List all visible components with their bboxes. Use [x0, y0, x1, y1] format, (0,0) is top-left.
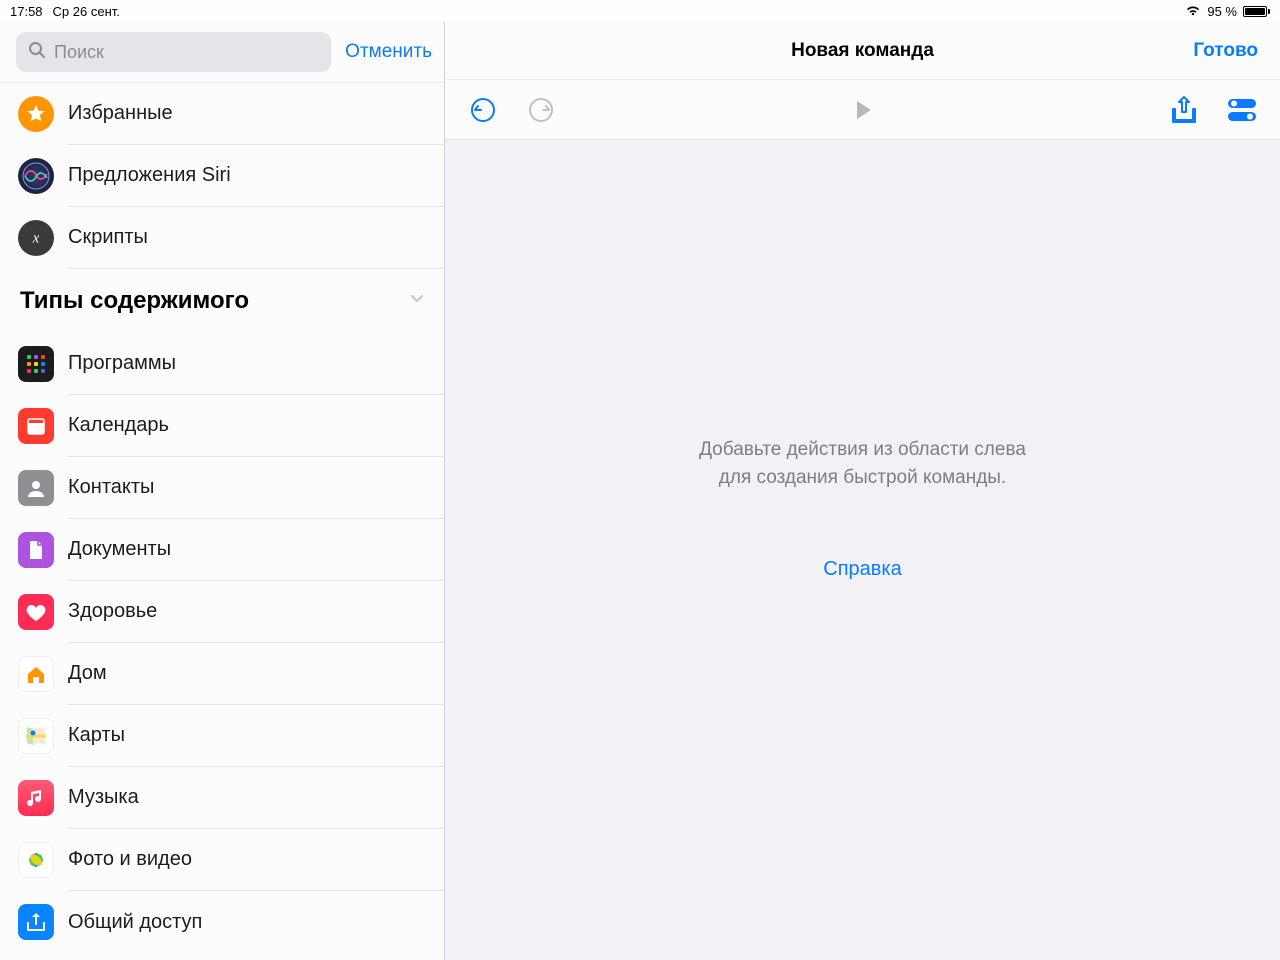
play-button[interactable]	[847, 94, 879, 126]
section-header-content-types[interactable]: Типы содержимого	[0, 269, 444, 333]
redo-button	[525, 94, 557, 126]
siri-icon	[18, 158, 54, 194]
cancel-button[interactable]: Отменить	[345, 41, 432, 63]
maps-icon	[18, 718, 54, 754]
sidebar-item-favorites[interactable]: Избранные	[0, 83, 444, 145]
sidebar-item-label: Документы	[68, 538, 171, 561]
sidebar-item-label: Здоровье	[68, 600, 157, 623]
contacts-icon	[18, 470, 54, 506]
documents-icon	[18, 532, 54, 568]
editor-toolbar	[445, 80, 1280, 140]
wifi-icon	[1185, 4, 1201, 19]
sidebar-item-label: Контакты	[68, 476, 154, 499]
sidebar-item-home[interactable]: Дом	[0, 643, 444, 705]
music-icon	[18, 780, 54, 816]
apps-icon	[18, 346, 54, 382]
sidebar-item-label: Скрипты	[68, 226, 148, 249]
empty-state: Добавьте действия из области слева для с…	[445, 140, 1280, 960]
section-title: Типы содержимого	[20, 287, 249, 315]
sidebar-item-music[interactable]: Музыка	[0, 767, 444, 829]
sidebar-item-label: Музыка	[68, 786, 139, 809]
editor-header: Новая команда Готово	[445, 22, 1280, 80]
sidebar-item-label: Фото и видео	[68, 848, 192, 871]
sidebar-item-label: Программы	[68, 352, 176, 375]
editor-pane: Новая команда Готово	[445, 22, 1280, 960]
script-icon: x	[18, 220, 54, 256]
sidebar-item-apps[interactable]: Программы	[0, 333, 444, 395]
page-title: Новая команда	[791, 40, 934, 62]
calendar-icon	[18, 408, 54, 444]
status-date: Ср 26 сент.	[53, 4, 120, 19]
help-link[interactable]: Справка	[823, 555, 901, 584]
sidebar-item-label: Карты	[68, 724, 125, 747]
sidebar-item-sharing[interactable]: Общий доступ	[0, 891, 444, 953]
done-button[interactable]: Готово	[1193, 40, 1258, 62]
svg-text:x: x	[32, 231, 40, 247]
search-input[interactable]	[54, 42, 319, 63]
status-time: 17:58	[10, 4, 43, 19]
settings-toggles-button[interactable]	[1226, 94, 1258, 126]
health-icon	[18, 594, 54, 630]
sidebar-item-calendar[interactable]: Календарь	[0, 395, 444, 457]
star-icon	[18, 96, 54, 132]
status-battery-pct: 95 %	[1207, 4, 1237, 19]
sidebar-item-label: Дом	[68, 662, 107, 685]
sidebar-item-health[interactable]: Здоровье	[0, 581, 444, 643]
chevron-down-icon	[408, 290, 426, 313]
undo-button[interactable]	[467, 94, 499, 126]
search-field[interactable]	[16, 32, 331, 72]
sidebar-item-scripts[interactable]: x Скрипты	[0, 207, 444, 269]
sidebar-item-contacts[interactable]: Контакты	[0, 457, 444, 519]
sidebar: Отменить Избранные Предложения Siri	[0, 22, 445, 960]
empty-state-text: Добавьте действия из области слева для с…	[683, 436, 1043, 491]
sidebar-item-label: Предложения Siri	[68, 164, 231, 187]
status-bar: 17:58 Ср 26 сент. 95 %	[0, 0, 1280, 22]
sidebar-item-maps[interactable]: Карты	[0, 705, 444, 767]
sidebar-item-label: Избранные	[68, 102, 173, 125]
photos-icon	[18, 842, 54, 878]
sidebar-item-label: Календарь	[68, 414, 169, 437]
sidebar-item-siri[interactable]: Предложения Siri	[0, 145, 444, 207]
sidebar-item-documents[interactable]: Документы	[0, 519, 444, 581]
sidebar-item-photos[interactable]: Фото и видео	[0, 829, 444, 891]
share-button[interactable]	[1168, 94, 1200, 126]
search-icon	[28, 41, 46, 64]
sidebar-item-label: Общий доступ	[68, 911, 202, 934]
home-icon	[18, 656, 54, 692]
battery-icon	[1243, 6, 1270, 17]
share-icon	[18, 904, 54, 940]
